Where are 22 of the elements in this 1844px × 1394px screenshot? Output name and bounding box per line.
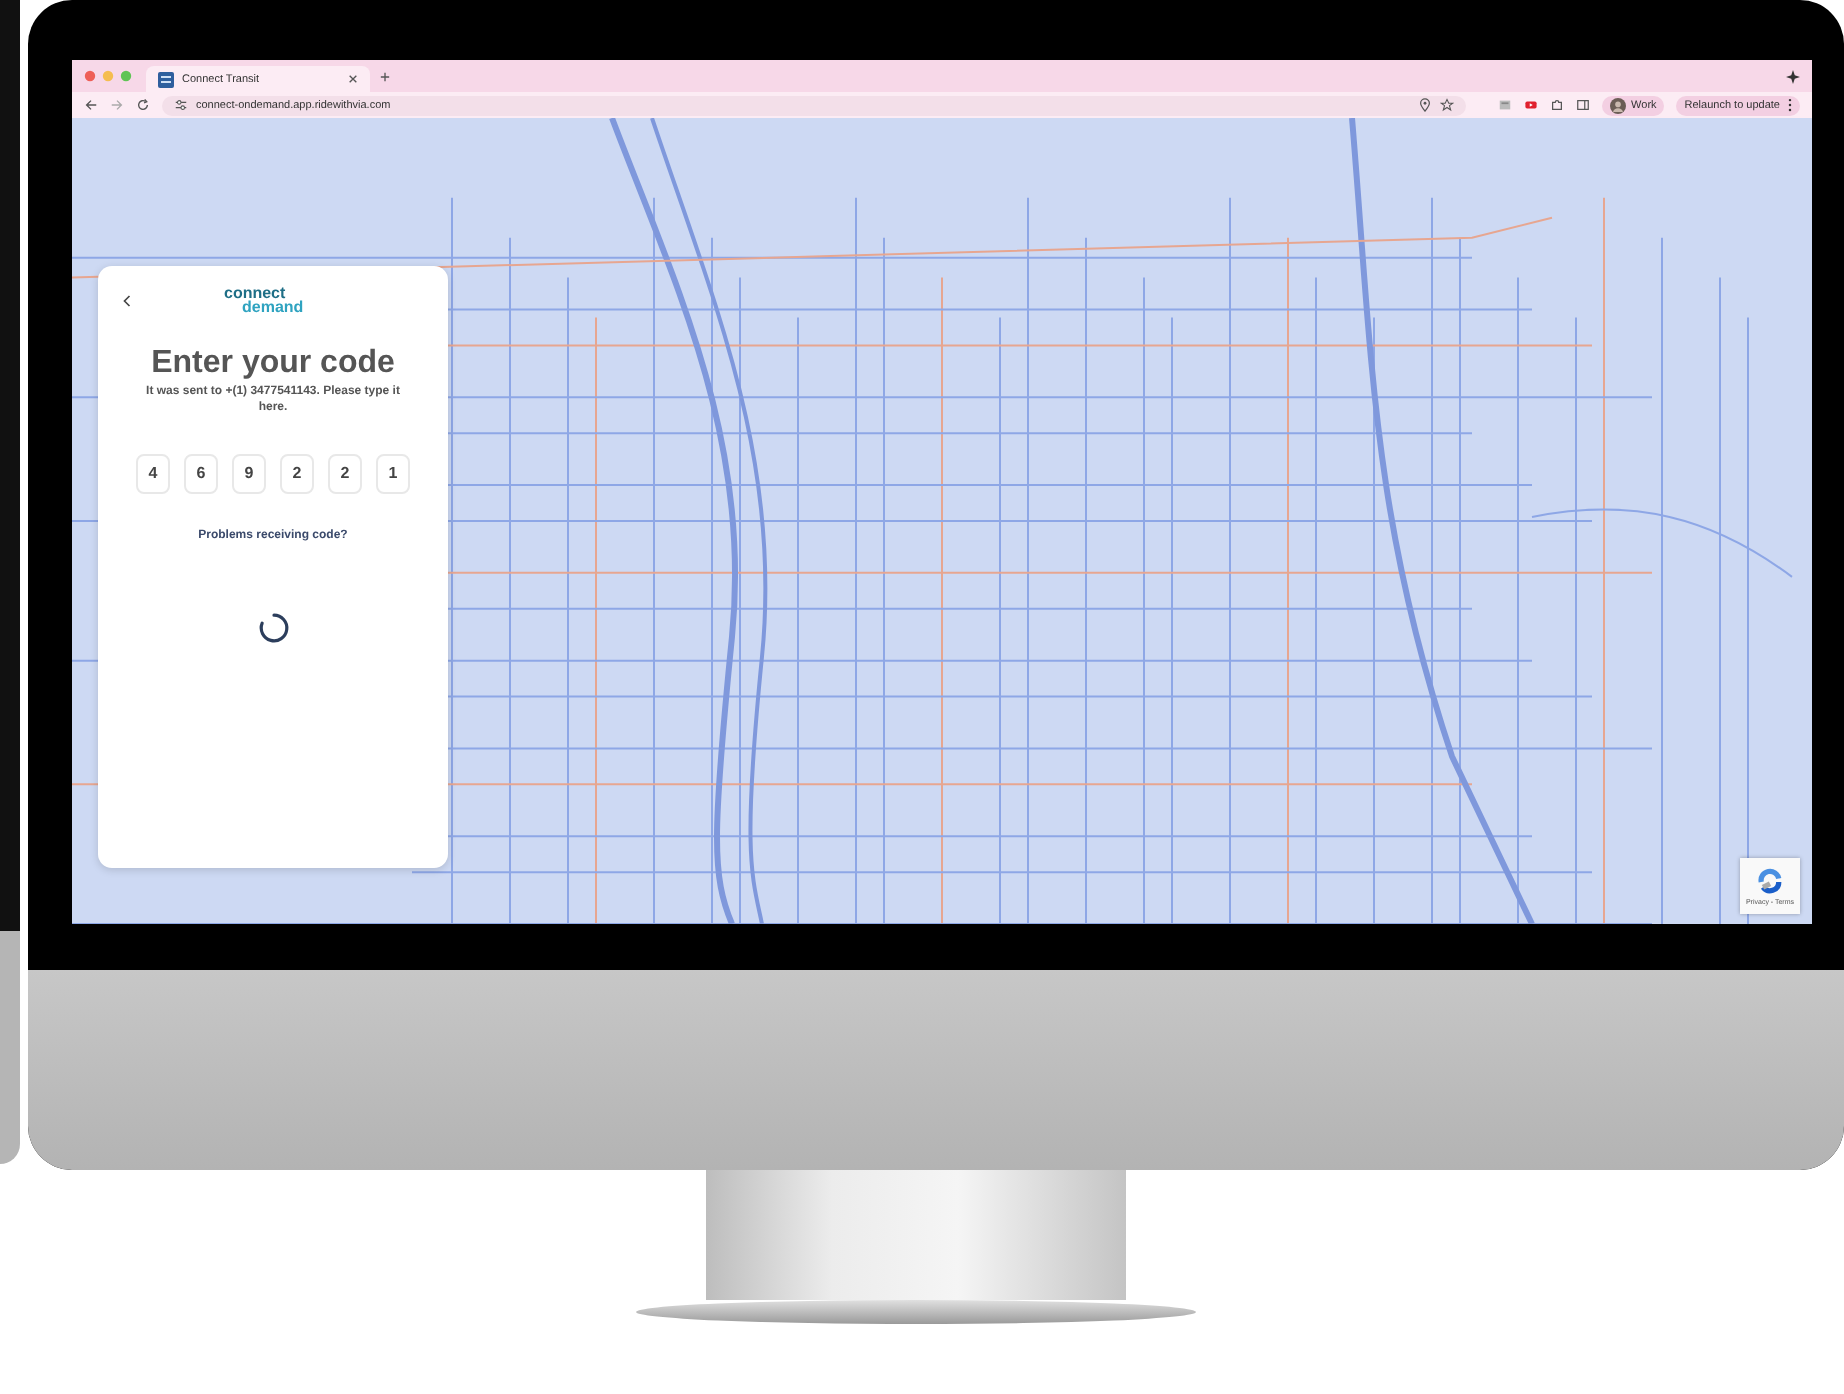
avatar-icon [1609,97,1626,113]
code-digit-field[interactable]: 2 [328,453,362,494]
new-tab-icon[interactable] [380,71,390,81]
code-digit-field[interactable]: 2 [280,453,314,494]
site-settings-icon[interactable] [174,98,188,112]
code-digit-field[interactable]: 6 [184,453,218,494]
connect-demand-logo: connect demand [224,286,304,315]
star-icon[interactable] [1439,98,1454,112]
code-digit-field[interactable]: 1 [376,453,410,494]
recaptcha-icon [1756,867,1784,895]
code-digit-field[interactable]: 4 [136,453,170,494]
sparkle-icon[interactable] [1786,69,1800,83]
page-title: Enter your code [151,346,395,383]
favicon-icon [158,71,174,87]
reload-icon[interactable] [136,98,150,112]
window-controls-icon[interactable] [84,70,136,82]
code-digit-field[interactable]: 9 [232,453,266,494]
side-panel-icon[interactable] [1575,98,1590,112]
close-icon[interactable] [348,74,358,84]
location-pin-icon[interactable] [1417,98,1432,112]
video-extension-icon[interactable] [1523,98,1538,112]
back-arrow-icon[interactable] [84,98,98,112]
